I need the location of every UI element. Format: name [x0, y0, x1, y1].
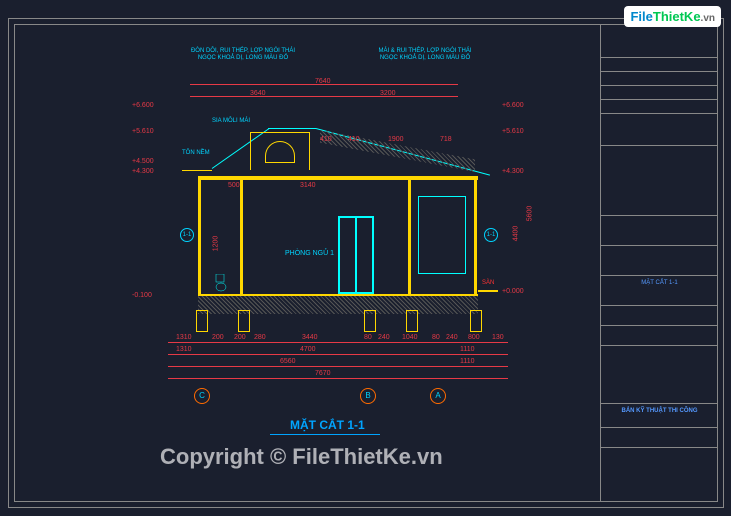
logo-part2: ThietKe: [653, 9, 701, 24]
wall-int: [240, 176, 243, 296]
note-sia: SIA MÔLI MÁI: [212, 118, 250, 125]
dim: 800: [468, 334, 480, 341]
dim: 1110: [460, 346, 475, 353]
dim: 80: [432, 334, 440, 341]
tb-cell: [601, 100, 718, 114]
dim: 7670: [315, 370, 331, 377]
dimline: [190, 96, 458, 97]
watermark: Copyright © FileThietKe.vn: [160, 444, 443, 470]
dimline: [168, 378, 508, 379]
step: [478, 290, 498, 292]
dim: 200: [212, 334, 224, 341]
section-mark-right: 1-1: [484, 228, 498, 242]
foundation: [470, 310, 482, 332]
dim: 4700: [300, 346, 316, 353]
foundation: [364, 310, 376, 332]
wall-int2: [408, 176, 411, 296]
dim: 410: [320, 136, 332, 143]
wall-right: [474, 176, 477, 294]
elev: +4.300: [502, 168, 524, 175]
tb-cell: [601, 24, 718, 58]
tb-cell: [601, 146, 718, 216]
foundation: [406, 310, 418, 332]
dim: 5600: [526, 206, 533, 222]
elev: +4.500: [132, 158, 154, 165]
dim: 1110: [460, 358, 475, 365]
gable: [250, 132, 310, 170]
dim: 500: [228, 182, 240, 189]
cad-canvas[interactable]: ĐÒN DÔI, RUI THÉP, LỢP NGÓI THÁI NGỌC KH…: [0, 0, 731, 516]
door-panel: [356, 217, 373, 293]
elev: +6.600: [132, 102, 154, 109]
toilet-icon: [214, 274, 228, 292]
note-right: MÁI & RUI THÉP, LỢP NGÓI THÁI NGỌC KHOẢ …: [370, 48, 480, 62]
elev: +5.610: [132, 128, 154, 135]
note-tonem: TÔN NỀM: [182, 150, 210, 157]
dim: 200: [234, 334, 246, 341]
door-panel: [339, 217, 356, 293]
tb-cell: [601, 216, 718, 246]
dim: 1310: [176, 334, 192, 341]
title-underline: [270, 434, 380, 435]
tb-cell: [601, 346, 718, 404]
dim: 240: [446, 334, 458, 341]
dim: 4400: [512, 226, 519, 242]
tb-cell: [601, 246, 718, 276]
san-label: SÀN: [482, 280, 494, 287]
tb-cell: [601, 306, 718, 326]
arch-window: [265, 141, 295, 163]
dim: 718: [440, 136, 452, 143]
dim: 130: [492, 334, 504, 341]
section-mark-left: 1-1: [180, 228, 194, 242]
elev: -0.100: [132, 292, 152, 299]
tb-cell: [601, 72, 718, 86]
dimline: [168, 366, 508, 367]
tb-project: BẢN KỸ THUẬT THI CÔNG: [601, 404, 718, 428]
roof-ridge: [268, 128, 316, 129]
elev: +4.300: [132, 168, 154, 175]
grid-a: A: [430, 388, 446, 404]
logo: FileThietKe.vn: [624, 6, 721, 27]
logo-part1: File: [630, 9, 652, 24]
note-left: ĐÒN DÔI, RUI THÉP, LỢP NGÓI THÁI NGỌC KH…: [188, 48, 298, 62]
dimline: [168, 342, 508, 343]
tb-cell: [601, 428, 718, 448]
dim: 1900: [388, 136, 404, 143]
tb-cell: [601, 86, 718, 100]
tb-cell: [601, 58, 718, 72]
dim: 240: [378, 334, 390, 341]
tb-sheet: MẶT CẮT 1-1: [601, 276, 718, 306]
dim: 1200: [212, 236, 219, 252]
elev: +6.600: [502, 102, 524, 109]
titleblock: MẶT CẮT 1-1 BẢN KỸ THUẬT THI CÔNG: [600, 24, 718, 502]
drawing-title: MẶT CẮT 1-1: [290, 418, 365, 432]
foundation: [196, 310, 208, 332]
room-label: PHÒNG NGỦ 1: [285, 250, 334, 258]
roof-line: [182, 170, 212, 171]
foundation: [238, 310, 250, 332]
section-drawing: ĐÒN DÔI, RUI THÉP, LỢP NGÓI THÁI NGỌC KH…: [120, 40, 550, 440]
dim: 410: [348, 136, 360, 143]
tb-cell: [601, 326, 718, 346]
tb-cell: [601, 448, 718, 468]
wall-left: [198, 176, 201, 296]
dim: 1040: [402, 334, 418, 341]
dimline: [190, 84, 458, 85]
dim: 1310: [176, 346, 192, 353]
window: [418, 196, 466, 274]
dim: 3440: [302, 334, 318, 341]
dim: 80: [364, 334, 372, 341]
dim: 6560: [280, 358, 296, 365]
dimline: [168, 354, 508, 355]
grid-b: B: [360, 388, 376, 404]
grid-c: C: [194, 388, 210, 404]
door: [338, 216, 374, 294]
elev: +0.000: [502, 288, 524, 295]
dim: 3140: [300, 182, 316, 189]
dim: 280: [254, 334, 266, 341]
logo-suffix: .vn: [701, 13, 715, 24]
tb-cell: [601, 114, 718, 146]
elev: +5.610: [502, 128, 524, 135]
